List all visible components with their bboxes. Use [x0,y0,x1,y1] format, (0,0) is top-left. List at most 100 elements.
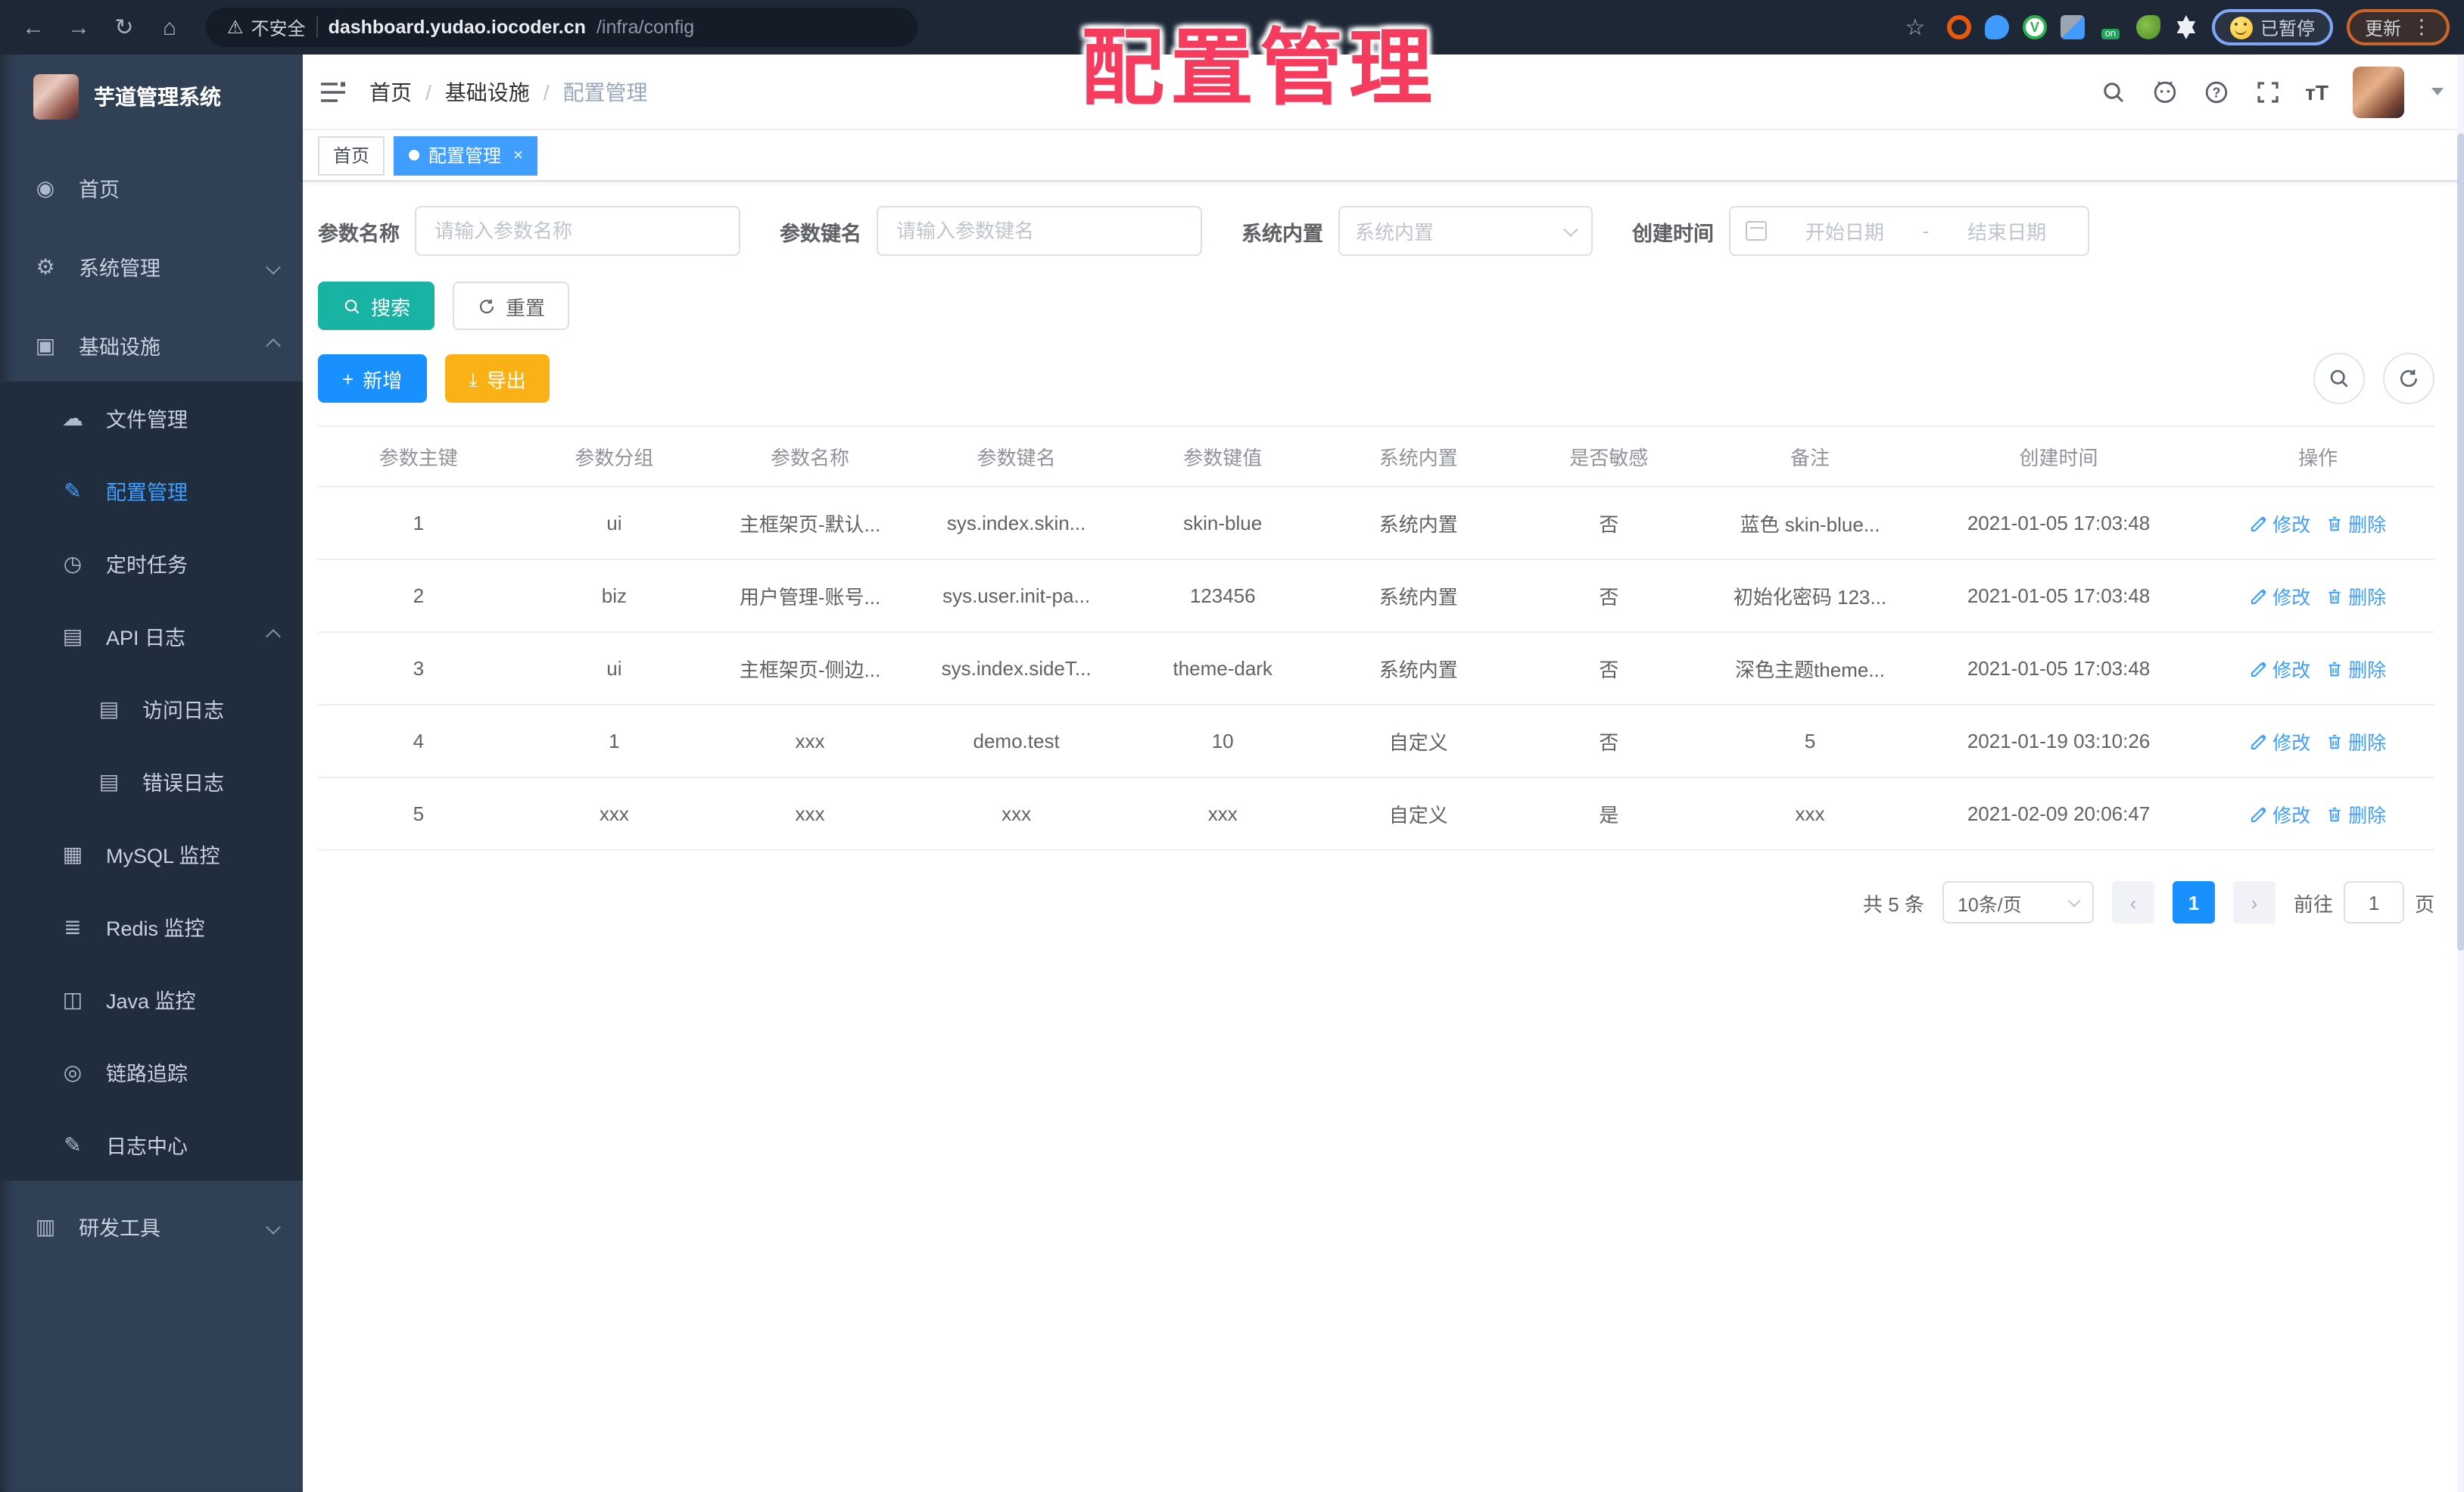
profile-paused-badge[interactable]: 已暂停 [2211,9,2333,45]
extension-orange-icon[interactable] [1946,15,1971,39]
download-icon: ⤓ [469,367,478,390]
sidebar-item-config-manage[interactable]: ✎ 配置管理 [0,454,303,527]
gear-icon: ⚙ [36,254,55,278]
hamburger-icon[interactable] [318,76,348,107]
sidebar-item-error-log[interactable]: ▤ 错误日志 [0,745,303,818]
help-icon[interactable] [2202,78,2229,105]
col-param-value: 参数键值 [1122,425,1323,487]
param-key-input[interactable] [877,206,1202,256]
reload-icon[interactable]: ↻ [106,9,142,45]
extension-v-icon[interactable]: V [2022,15,2047,39]
export-button[interactable]: ⤓ 导出 [444,354,550,403]
extension-leaf-icon[interactable] [2135,15,2160,39]
app-logo-row[interactable]: 芋道管理系统 [0,55,303,139]
current-page-button[interactable]: 1 [2172,881,2215,924]
github-icon[interactable] [2151,78,2178,105]
reset-button-label: 重置 [506,296,546,319]
sidebar-item-file-manage[interactable]: ☁ 文件管理 [0,382,303,454]
search-button[interactable]: 搜索 [318,282,435,330]
breadcrumb-infra[interactable]: 基础设施 [445,76,530,107]
sidebar-item-label: 日志中心 [106,1135,188,1158]
sidebar-item-log-center[interactable]: ✎ 日志中心 [0,1108,303,1181]
search-icon[interactable] [2099,78,2126,105]
param-name-label: 参数名称 [318,222,400,245]
edit-link[interactable]: 修改 [2250,799,2310,828]
fullscreen-icon[interactable] [2254,78,2281,105]
page-size-select[interactable]: 10条/页 [1942,881,2094,924]
sidebar-item-home[interactable]: ◉ 首页 [0,151,303,224]
table-row: 2 biz 用户管理-账号... sys.user.init-pa... 12345… [318,559,2434,633]
delete-link[interactable]: 删除 [2325,799,2386,828]
forward-icon[interactable]: → [61,9,97,45]
edit-link[interactable]: 修改 [2250,581,2310,610]
total-count-label: 共 5 条 [1863,892,1924,915]
sidebar-item-infra[interactable]: ▣ 基础设施 [0,309,303,382]
warning-icon: ⚠ [227,17,244,38]
sidebar-item-scheduled-task[interactable]: ◷ 定时任务 [0,527,303,600]
security-warning[interactable]: ⚠ 不安全 [227,14,306,40]
goto-page-input[interactable] [2343,881,2404,924]
sidebar-item-trace[interactable]: ◎ 链路追踪 [0,1036,303,1108]
sidebar-item-mysql-monitor[interactable]: ▦ MySQL 监控 [0,818,303,890]
extension-pin-icon[interactable] [1984,15,2009,39]
sidebar-item-label: Java 监控 [106,990,196,1013]
sidebar-item-api-log[interactable]: ▤ API 日志 [0,600,303,672]
access-log-icon: ▤ [98,696,120,720]
delete-link[interactable]: 删除 [2325,654,2386,683]
sidebar-item-access-log[interactable]: ▤ 访问日志 [0,672,303,745]
extension-gray-blue-icon[interactable] [2060,15,2085,39]
add-button[interactable]: + 新增 [318,354,427,403]
refresh-table-button[interactable] [2383,353,2434,404]
sidebar-item-java-monitor[interactable]: ◫ Java 监控 [0,963,303,1036]
sidebar-item-label: API 日志 [106,627,186,649]
system-builtin-select[interactable]: 系统内置 [1338,206,1593,256]
font-size-icon[interactable]: тT [2305,79,2328,104]
edit-square-icon: ✎ [64,478,82,502]
back-icon[interactable]: ← [15,9,51,45]
close-icon[interactable]: × [513,146,523,164]
next-page-button[interactable]: › [2232,881,2276,924]
sidebar-item-system[interactable]: ⚙ 系统管理 [0,230,303,303]
sidebar-item-redis-monitor[interactable]: ≣ Redis 监控 [0,890,303,963]
reset-button[interactable]: 重置 [453,282,570,330]
toggle-search-button[interactable] [2313,353,2365,404]
col-param-id: 参数主键 [318,425,519,487]
scrollbar-thumb[interactable] [2457,133,2464,951]
table-row: 3 ui 主框架页-侧边... sys.index.sideT... theme-d… [318,632,2434,706]
avatar-caret-down-icon[interactable] [2431,88,2444,95]
extension-puzzle-icon[interactable] [2176,15,2196,39]
cloud-upload-icon: ☁ [62,405,83,429]
url-divider [316,17,318,38]
calendar-icon [1746,221,1767,241]
delete-link[interactable]: 删除 [2325,727,2386,755]
sidebar-item-label: 系统管理 [79,257,160,280]
edit-icon [2250,587,2268,605]
chrome-update-button[interactable]: 更新 ⋮ [2346,9,2450,45]
delete-icon [2325,659,2344,677]
extension-on-icon[interactable]: on [2098,15,2123,39]
config-table: 参数主键 参数分组 参数名称 参数键名 参数键值 系统内置 是否敏感 备注 创建… [318,425,2434,851]
home-icon[interactable]: ⌂ [151,9,188,45]
tab-home[interactable]: 首页 [318,135,385,175]
tab-config-manage[interactable]: 配置管理 × [394,135,538,175]
param-name-input[interactable] [415,206,740,256]
breadcrumb-home[interactable]: 首页 [369,76,412,107]
edit-link[interactable]: 修改 [2250,727,2310,755]
range-separator: - [1922,220,1930,242]
date-range-picker[interactable]: 开始日期 - 结束日期 [1729,206,2089,256]
prev-page-button[interactable]: ‹ [2111,881,2154,924]
bookmark-star-icon[interactable]: ☆ [1897,9,1933,45]
delete-link[interactable]: 删除 [2325,581,2386,610]
edit-link[interactable]: 修改 [2250,654,2310,683]
edit-link[interactable]: 修改 [2250,509,2310,537]
user-avatar[interactable] [2353,66,2404,117]
sidebar-item-dev-tools[interactable]: ▥ 研发工具 [0,1190,303,1263]
scrollbar-track[interactable] [2457,55,2464,1492]
security-label: 不安全 [251,17,306,39]
infrastructure-icon: ▣ [35,332,56,357]
delete-link[interactable]: 删除 [2325,509,2386,537]
chevron-down-icon [266,259,281,274]
address-bar[interactable]: ⚠ 不安全 dashboard.yudao.iocoder.cn/infra/co… [206,8,917,47]
delete-icon [2325,587,2344,605]
delete-icon [2325,732,2344,750]
